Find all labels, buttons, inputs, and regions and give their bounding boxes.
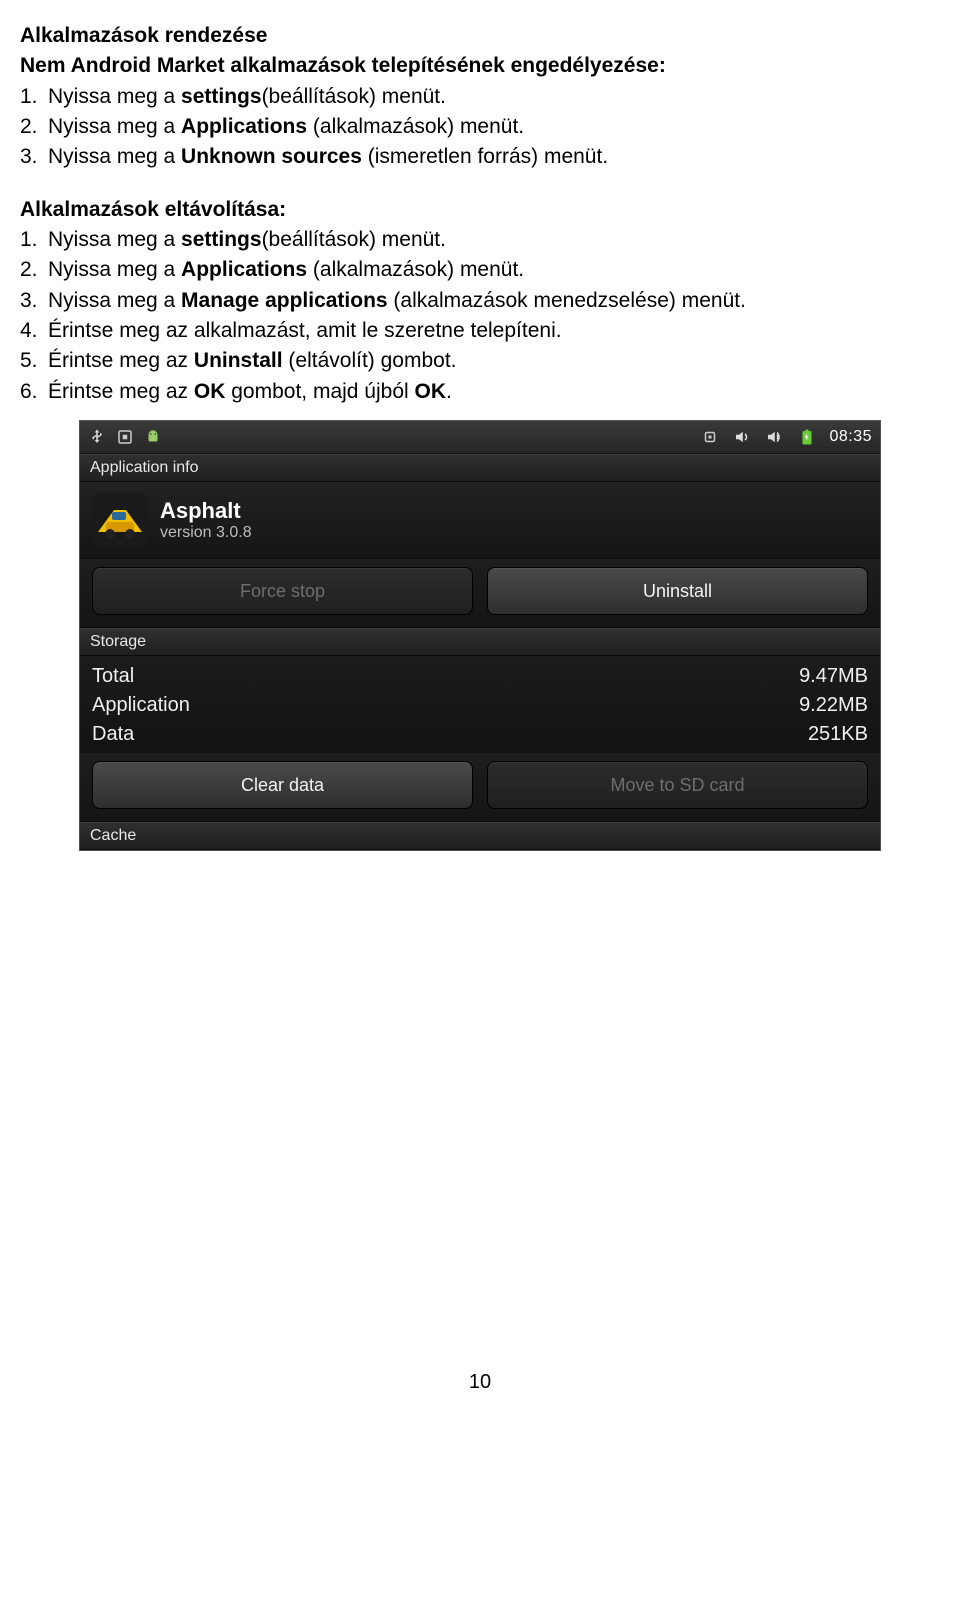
status-bar: 08:35 <box>80 421 880 454</box>
list-number: 3. <box>20 143 48 171</box>
storage-value: 251KB <box>808 723 868 746</box>
text-bold: OK <box>415 380 447 403</box>
signal-icon <box>701 428 719 446</box>
list-item: 3. Nyissa meg a Unknown sources (ismeret… <box>20 143 940 171</box>
storage-row-data: Data 251KB <box>92 720 868 749</box>
text: (beállítások) menüt. <box>262 85 446 108</box>
list-number: 6. <box>20 378 48 406</box>
text: Érintse meg az <box>48 349 194 372</box>
list-text: Érintse meg az alkalmazást, amit le szer… <box>48 317 940 345</box>
app-row: Asphalt version 3.0.8 <box>80 482 880 559</box>
text: Nyissa meg a <box>48 258 181 281</box>
android-icon <box>144 428 162 446</box>
list-number: 4. <box>20 317 48 345</box>
storage-key: Total <box>92 665 134 688</box>
text: Nyissa meg a <box>48 115 181 138</box>
list-number: 1. <box>20 226 48 254</box>
storage-key: Application <box>92 694 190 717</box>
status-clock: 08:35 <box>829 428 872 446</box>
list-text: Nyissa meg a Applications (alkalmazások)… <box>48 256 940 284</box>
text: Nyissa meg a <box>48 145 181 168</box>
volume-ring-icon <box>765 428 783 446</box>
list-item: 6. Érintse meg az OK gombot, majd újból … <box>20 378 940 406</box>
text-bold: settings <box>181 228 262 251</box>
list-text: Nyissa meg a settings(beállítások) menüt… <box>48 226 940 254</box>
heading-install-enable: Nem Android Market alkalmazások telepíté… <box>20 52 940 80</box>
force-stop-button[interactable]: Force stop <box>92 567 473 615</box>
text-bold: OK <box>194 380 226 403</box>
app-icon <box>92 492 148 548</box>
storage-key: Data <box>92 723 134 746</box>
uninstall-button[interactable]: Uninstall <box>487 567 868 615</box>
status-left <box>88 428 162 446</box>
list-item: 4. Érintse meg az alkalmazást, amit le s… <box>20 317 940 345</box>
usb-icon <box>88 428 106 446</box>
list-text: Érintse meg az Uninstall (eltávolít) gom… <box>48 347 940 375</box>
storage-row-total: Total 9.47MB <box>92 662 868 691</box>
list-item: 5. Érintse meg az Uninstall (eltávolít) … <box>20 347 940 375</box>
list-text: Érintse meg az OK gombot, majd újból OK. <box>48 378 940 406</box>
button-row-top: Force stop Uninstall <box>80 559 880 628</box>
storage-block: Total 9.47MB Application 9.22MB Data 251… <box>80 656 880 753</box>
text-bold: Uninstall <box>194 349 283 372</box>
list-number: 2. <box>20 256 48 284</box>
text: (alkalmazások menedzselése) menüt. <box>388 289 746 312</box>
storage-value: 9.47MB <box>799 665 868 688</box>
text: (ismeretlen forrás) menüt. <box>362 145 608 168</box>
list-number: 2. <box>20 113 48 141</box>
text-bold: Unknown sources <box>181 145 362 168</box>
page-number: 10 <box>20 1371 940 1394</box>
text: Érintse meg az alkalmazást, amit le szer… <box>48 319 562 342</box>
text: (beállítások) menüt. <box>262 228 446 251</box>
list-item: 3. Nyissa meg a Manage applications (alk… <box>20 287 940 315</box>
list-item: 2. Nyissa meg a Applications (alkalmazás… <box>20 256 940 284</box>
list-item: 1. Nyissa meg a settings(beállítások) me… <box>20 83 940 111</box>
list-item: 2. Nyissa meg a Applications (alkalmazás… <box>20 113 940 141</box>
text: (alkalmazások) menüt. <box>307 115 524 138</box>
text: (eltávolít) gombot. <box>283 349 457 372</box>
list-number: 1. <box>20 83 48 111</box>
android-screenshot: 08:35 Application info Asphalt version 3… <box>79 420 881 851</box>
text: gombot, majd újból <box>225 380 414 403</box>
section-storage: Storage <box>80 628 880 656</box>
usb-debug-icon <box>116 428 134 446</box>
app-version: version 3.0.8 <box>160 524 252 542</box>
list-item: 1. Nyissa meg a settings(beállítások) me… <box>20 226 940 254</box>
move-to-sd-button[interactable]: Move to SD card <box>487 761 868 809</box>
section-app-info: Application info <box>80 454 880 482</box>
text-bold: Applications <box>181 115 307 138</box>
volume-icon <box>733 428 751 446</box>
list-number: 5. <box>20 347 48 375</box>
app-title: Asphalt <box>160 498 252 524</box>
battery-icon <box>797 428 815 446</box>
heading-apps-ordering: Alkalmazások rendezése <box>20 22 940 50</box>
text-bold: settings <box>181 85 262 108</box>
list-text: Nyissa meg a Manage applications (alkalm… <box>48 287 940 315</box>
text: . <box>446 380 452 403</box>
heading-remove: Alkalmazások eltávolítása: <box>20 196 940 224</box>
list-text: Nyissa meg a Applications (alkalmazások)… <box>48 113 940 141</box>
storage-value: 9.22MB <box>799 694 868 717</box>
text: (alkalmazások) menüt. <box>307 258 524 281</box>
text: Nyissa meg a <box>48 85 181 108</box>
button-row-bottom: Clear data Move to SD card <box>80 753 880 822</box>
app-meta: Asphalt version 3.0.8 <box>160 498 252 542</box>
text-bold: Applications <box>181 258 307 281</box>
list-text: Nyissa meg a Unknown sources (ismeretlen… <box>48 143 940 171</box>
list-number: 3. <box>20 287 48 315</box>
text: Nyissa meg a <box>48 289 181 312</box>
text: Érintse meg az <box>48 380 194 403</box>
status-right: 08:35 <box>701 428 872 446</box>
document-page: Alkalmazások rendezése Nem Android Marke… <box>0 0 960 1454</box>
text-bold: Manage applications <box>181 289 388 312</box>
text: Nyissa meg a <box>48 228 181 251</box>
list-text: Nyissa meg a settings(beállítások) menüt… <box>48 83 940 111</box>
storage-row-application: Application 9.22MB <box>92 691 868 720</box>
clear-data-button[interactable]: Clear data <box>92 761 473 809</box>
section-cache: Cache <box>80 822 880 850</box>
